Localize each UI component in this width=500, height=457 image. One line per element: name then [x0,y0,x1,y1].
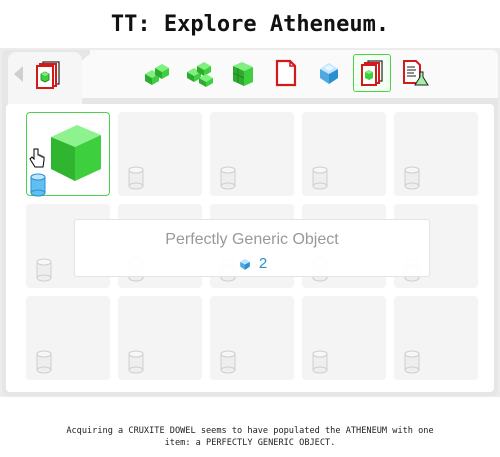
empty-cylinder-icon [308,348,332,374]
item-quantity-row: 2 [75,254,429,274]
green-cube-icon [51,125,101,181]
atheneum-panel: Perfectly Generic Object 2 [2,50,498,396]
tool-cluster-button[interactable] [138,54,176,92]
empty-cylinder-icon [32,348,56,374]
tab-atheneum[interactable] [8,52,82,106]
inventory-slot-selected[interactable] [26,112,110,197]
item-name: Perfectly Generic Object [165,231,339,248]
inventory-slot[interactable] [302,296,386,380]
inventory-slot[interactable] [118,112,202,196]
tool-stairs-button[interactable] [181,54,219,92]
empty-cylinder-icon [400,348,424,374]
tool-document-button[interactable] [267,54,305,92]
inventory-slot[interactable] [302,112,386,196]
tool-block-button[interactable] [224,54,262,92]
empty-cylinder-icon [124,348,148,374]
green-stairs-icon [187,62,213,87]
blue-crystal-icon [240,258,250,270]
empty-cylinder-icon [124,164,148,190]
hand-cursor-icon [29,148,45,168]
empty-cylinder-icon [308,164,332,190]
empty-cylinder-icon [32,256,56,282]
green-cluster-icon [145,64,169,85]
toolbar [138,54,434,92]
blue-cylinder-icon [30,173,46,197]
inventory-slot[interactable] [26,296,110,380]
empty-cylinder-icon [216,348,240,374]
inventory-slot[interactable] [210,112,294,196]
inventory-slot[interactable] [394,296,478,380]
atheneum-document-icon [361,60,383,86]
inventory-slot[interactable] [118,296,202,380]
item-quantity: 2 [258,255,268,272]
item-tooltip: Perfectly Generic Object 2 [74,219,430,277]
blue-crystal-icon [320,63,338,84]
back-arrow-icon[interactable] [14,66,23,82]
tab-strip [2,50,498,106]
inventory-slot[interactable] [394,112,478,196]
empty-cylinder-icon [400,164,424,190]
status-message: Acquiring a CRUXITE DOWEL seems to have … [0,397,500,457]
page-title: TT: Explore Atheneum. [0,0,500,48]
green-block-icon [232,62,253,86]
status-message-line-1: Acquiring a CRUXITE DOWEL seems to have … [66,426,434,436]
tool-crystal-button[interactable] [310,54,348,92]
inventory-slot[interactable] [210,296,294,380]
document-flask-icon [403,60,429,86]
atheneum-document-icon [36,61,60,89]
tool-atheneum-button[interactable] [353,54,391,92]
tool-alchemy-button[interactable] [396,54,434,92]
red-document-icon [275,59,297,87]
empty-cylinder-icon [216,164,240,190]
status-message-line-2: item: a PERFECTLY GENERIC OBJECT. [164,438,336,448]
